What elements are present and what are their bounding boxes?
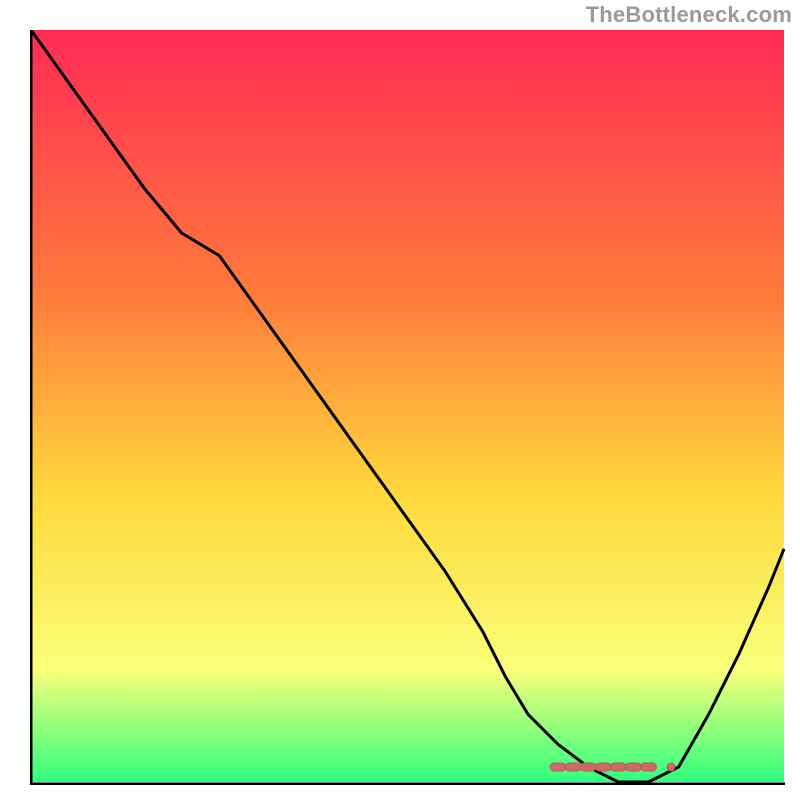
chart-container: TheBottleneck.com	[0, 0, 800, 800]
chart-svg	[30, 30, 785, 785]
plot-area	[30, 30, 785, 785]
optimal-marker	[565, 763, 581, 771]
optimal-marker	[610, 763, 626, 771]
optimal-marker	[595, 763, 611, 771]
optimal-marker-dot	[667, 763, 675, 771]
gradient-background	[31, 30, 784, 782]
optimal-marker	[580, 763, 596, 771]
attribution-label: TheBottleneck.com	[586, 2, 792, 28]
optimal-marker	[550, 763, 566, 771]
optimal-marker	[625, 763, 641, 771]
optimal-marker	[641, 763, 657, 771]
